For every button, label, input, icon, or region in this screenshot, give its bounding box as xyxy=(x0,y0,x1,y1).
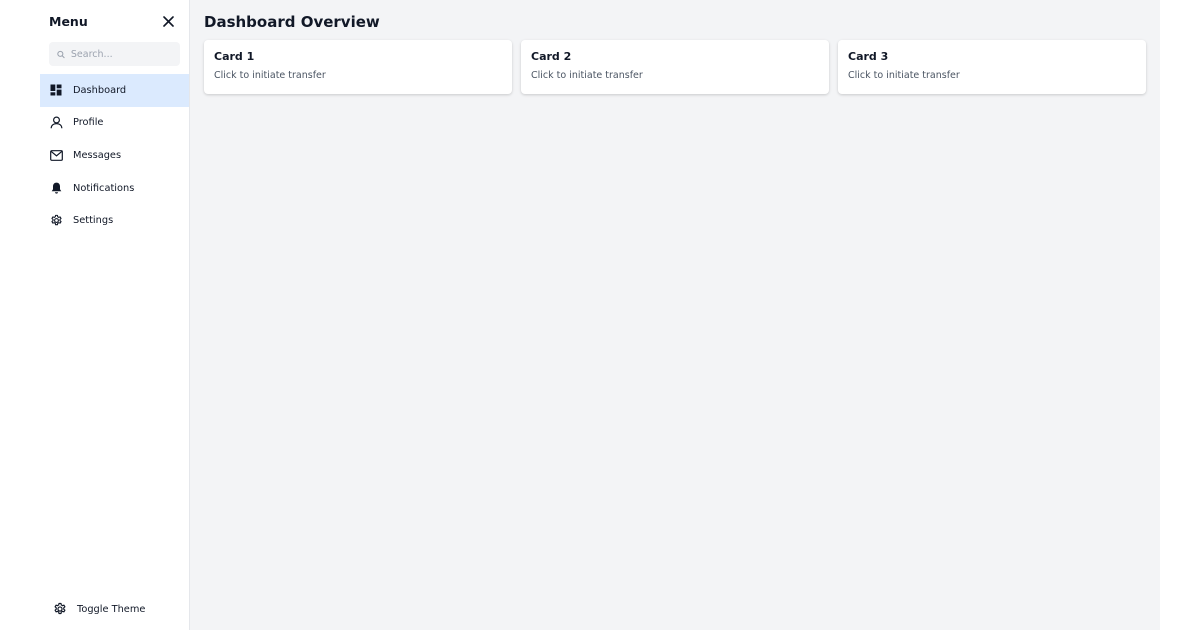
search-input[interactable] xyxy=(70,48,172,60)
app-window: Menu Search... Dashboard Profile Message… xyxy=(40,0,1160,630)
card-title: Card 1 xyxy=(214,50,255,63)
sidebar-item-profile[interactable]: Profile xyxy=(40,107,189,140)
search-icon xyxy=(57,50,65,58)
sidebar-item-messages[interactable]: Messages xyxy=(40,139,189,172)
sidebar-item-label: Settings xyxy=(73,215,114,227)
card-text: Click to initiate transfer xyxy=(214,70,326,81)
card-3[interactable]: Card 3 Click to initiate transfer xyxy=(838,40,1146,94)
sidebar-item-settings[interactable]: Settings xyxy=(40,204,189,237)
page-title: Dashboard Overview xyxy=(204,13,380,31)
gear-icon xyxy=(54,602,66,615)
card-text: Click to initiate transfer xyxy=(531,70,643,81)
sidebar-item-label: Messages xyxy=(73,149,122,161)
bell-icon xyxy=(51,182,61,194)
sidebar: Menu Search... Dashboard Profile Message… xyxy=(40,0,190,630)
search-box xyxy=(49,42,180,66)
main-content: Dashboard Overview Card 1 Click to initi… xyxy=(190,0,1160,630)
dashboard-icon xyxy=(50,84,62,96)
sidebar-header: Menu xyxy=(40,0,189,42)
card-title: Card 2 xyxy=(531,50,572,63)
sidebar-item-label: Dashboard xyxy=(73,84,127,96)
sidebar-item-label: Notifications xyxy=(73,182,135,194)
sidebar-nav: Dashboard Profile Messages Notifications… xyxy=(40,74,189,237)
sidebar-item-notifications[interactable]: Notifications xyxy=(40,172,189,205)
mail-icon xyxy=(49,150,63,161)
toggle-theme-label: Toggle Theme xyxy=(77,603,146,615)
sidebar-item-dashboard[interactable]: Dashboard xyxy=(40,74,189,107)
card-2[interactable]: Card 2 Click to initiate transfer xyxy=(521,40,829,94)
card-grid: Card 1 Click to initiate transfer Card 2… xyxy=(204,40,1146,94)
gear-icon xyxy=(50,214,62,226)
card-text: Click to initiate transfer xyxy=(848,70,960,81)
user-icon xyxy=(50,116,62,129)
sidebar-title: Menu xyxy=(49,13,88,29)
card-1[interactable]: Card 1 Click to initiate transfer xyxy=(204,40,512,94)
close-icon xyxy=(162,15,174,27)
toggle-theme-button[interactable]: Toggle Theme xyxy=(53,602,145,616)
sidebar-item-label: Profile xyxy=(73,117,104,129)
close-button[interactable] xyxy=(161,14,175,28)
card-title: Card 3 xyxy=(848,50,889,63)
